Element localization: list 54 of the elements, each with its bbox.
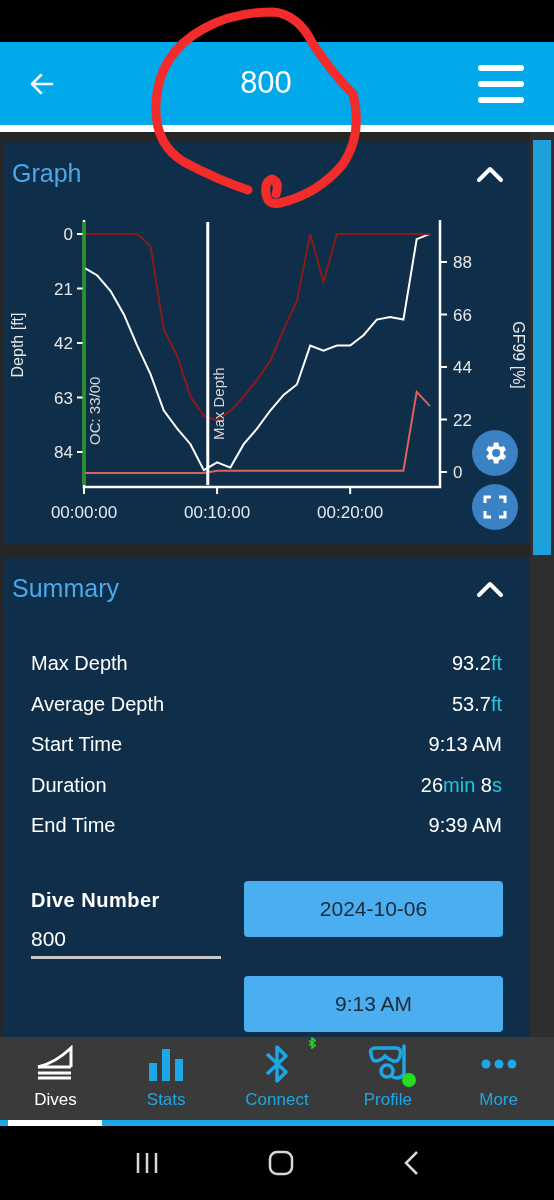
y-tick-label: 44 xyxy=(453,358,472,377)
stat-value: 9:13 AM xyxy=(428,732,502,758)
y-tick-label: 21 xyxy=(54,279,73,299)
y-tick-label: 0 xyxy=(63,225,73,244)
stat-label: Max Depth xyxy=(31,651,128,677)
nav-tab[interactable]: Stats xyxy=(110,1037,222,1120)
more-icon xyxy=(480,1058,517,1069)
stat-label: End Time xyxy=(31,813,116,839)
home-icon[interactable] xyxy=(268,1150,294,1176)
back-icon[interactable] xyxy=(403,1150,420,1176)
stat-label: Average Depth xyxy=(31,691,165,717)
y-tick-label: 88 xyxy=(453,253,472,272)
x-tick-label: 00:20:00 xyxy=(317,503,384,522)
nav-tab[interactable]: Connect xyxy=(221,1037,333,1120)
menu-icon[interactable] xyxy=(478,64,524,103)
page-title: 800 xyxy=(240,64,292,103)
chevron-up-icon[interactable] xyxy=(476,165,504,183)
stat-label: Start Time xyxy=(31,732,123,758)
scrollbar-thumb[interactable] xyxy=(533,140,551,555)
fullscreen-icon xyxy=(483,495,507,519)
bluetooth-icon xyxy=(264,1042,290,1085)
x-tick-label: 00:00:00 xyxy=(50,503,118,522)
field-label: Dive Number xyxy=(31,887,161,913)
y-tick-label: 84 xyxy=(54,443,73,462)
section-title: Summary xyxy=(12,573,119,605)
nav-tab[interactable]: Profile xyxy=(332,1037,444,1120)
axis-title: GF99 [%] xyxy=(510,321,527,389)
x-tick-label: 00:10:00 xyxy=(184,503,251,522)
stat-label: Duration xyxy=(31,772,107,798)
stat-value: 26min 8s xyxy=(420,772,502,798)
y-tick-label: 22 xyxy=(453,410,472,430)
fullscreen-button[interactable] xyxy=(472,484,518,530)
picker-button[interactable]: 2024-10-06 xyxy=(244,880,503,937)
settings-button[interactable] xyxy=(472,430,518,476)
axis-title: Depth [ft] xyxy=(9,312,26,378)
marker-label: OC: 33/00 xyxy=(86,376,103,445)
chevron-up-icon[interactable] xyxy=(476,580,504,598)
y-tick-label: 66 xyxy=(453,305,472,325)
bar-chart-icon xyxy=(148,1046,185,1081)
y-tick-label: 42 xyxy=(54,334,73,353)
picker-button[interactable]: 9:13 AM xyxy=(244,975,503,1032)
y-tick-label: 63 xyxy=(54,388,73,408)
section-title: Graph xyxy=(12,158,82,190)
back-arrow-icon[interactable] xyxy=(30,72,54,95)
stat-value: 9:39 AM xyxy=(428,813,502,839)
stat-value: 93.2ft xyxy=(451,651,502,677)
y-tick-label: 0 xyxy=(453,463,463,482)
nav-tab[interactable]: Dives xyxy=(0,1037,111,1120)
recent-apps-icon[interactable] xyxy=(134,1152,159,1174)
nav-tab[interactable]: More xyxy=(443,1037,554,1120)
dive-log-icon xyxy=(35,1044,76,1083)
stat-value: 53.7ft xyxy=(451,691,502,717)
marker-label: Max Depth xyxy=(209,367,227,440)
dive-number-field[interactable]: 800 xyxy=(31,922,221,959)
